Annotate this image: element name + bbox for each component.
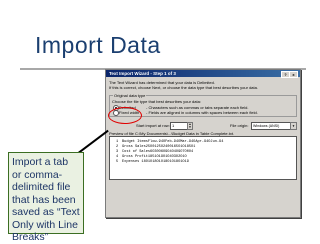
original-data-type-legend: Original data type xyxy=(113,93,147,98)
fixed-width-description: - Fields are aligned in columns with spa… xyxy=(146,110,258,115)
file-origin-select[interactable]: Windows (ANSI) xyxy=(251,122,292,130)
preview-row: 5 Expenses 18O1O18O1O18O1O18O1O19 xyxy=(116,160,189,164)
close-icon[interactable]: x xyxy=(289,71,298,78)
callout-box: Import a tab or comma-delimited file tha… xyxy=(8,152,84,243)
chevron-down-icon[interactable]: ▼ xyxy=(290,122,297,130)
file-preview-pane[interactable]: 1 Budget ItemsFlow-94OFeb-94OMar-94OApr-9… xyxy=(109,136,297,180)
preview-row: 1 Budget ItemsFlow-94OFeb-94OMar-94OApr-9… xyxy=(116,140,224,144)
start-row-label: Start import at row: xyxy=(136,123,170,128)
preview-row: 4 Gross Profit1851O19O1O4O3O2O1O xyxy=(116,155,187,159)
dialog-title: Text Import Wizard - Step 1 of 3 xyxy=(109,71,176,76)
highlight-ring xyxy=(108,107,142,124)
preview-row: 2 Gross Sales25O0125O2400165O1O185O1 xyxy=(116,145,196,149)
dialog-titlebar: Text Import Wizard - Step 1 of 3 ? x xyxy=(106,70,300,78)
file-origin-label: File origin: xyxy=(230,123,249,128)
slide-title: Import Data xyxy=(35,32,161,58)
intro-text-2: If this is correct, choose Next, or choo… xyxy=(109,85,258,90)
preview-row: 3 Cost of Sales6O30O6O9O4O4O9O7O0O4 xyxy=(116,150,194,154)
start-row-spinner-icon[interactable]: ▲ ▼ xyxy=(187,122,193,130)
choose-type-prompt: Choose the file type that best describes… xyxy=(112,99,201,104)
text-import-wizard-dialog: Text Import Wizard - Step 1 of 3 ? x The… xyxy=(105,69,301,218)
